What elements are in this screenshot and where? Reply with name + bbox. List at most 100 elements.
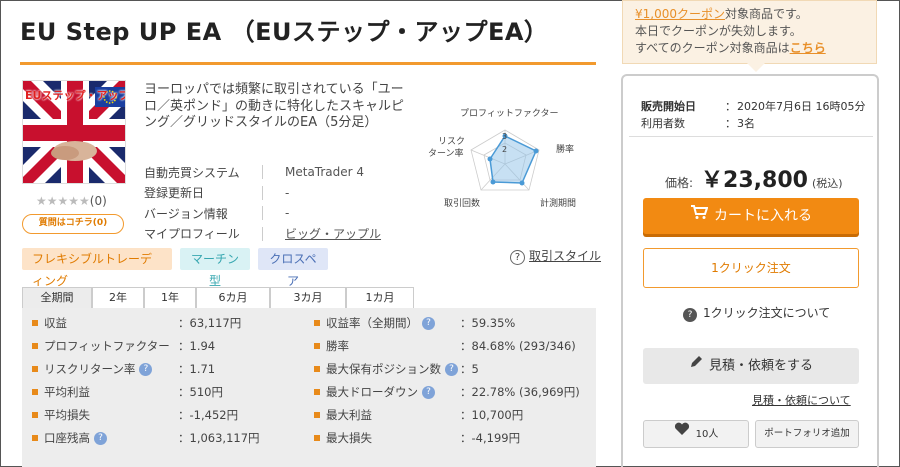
meta-row: マイプロフィール ビッグ・アップル [144, 224, 394, 245]
question-icon: ? [683, 308, 697, 322]
pencil-icon [689, 348, 703, 384]
tag-crosspair[interactable]: クロスペア [258, 248, 328, 288]
bullet-icon [32, 320, 38, 326]
title-underline [20, 62, 596, 65]
stat-label: 収益率（全期間） [326, 316, 418, 330]
coupon-all-link[interactable]: こちら [790, 41, 826, 55]
meta-value: - [285, 206, 290, 221]
radar-label-pf: プロフィットファクター [460, 109, 559, 119]
stat-value: ： 1,063,117円 [178, 431, 260, 445]
meta-key: バージョン情報 [144, 206, 228, 221]
estimate-about-link[interactable]: 見積・依頼について [752, 392, 851, 408]
help-icon[interactable]: ? [422, 385, 435, 399]
bullet-icon [314, 389, 320, 395]
one-click-order-button[interactable]: 1クリック注文 [643, 248, 859, 288]
stat-label: 最大保有ポジション数 [326, 362, 441, 376]
meta-key: 自動売買システム [144, 165, 240, 180]
rating: ★★★★★(0) [36, 194, 107, 208]
trade-style-link[interactable]: ? 取引スタイル [510, 247, 601, 265]
help-icon[interactable]: ? [445, 362, 458, 376]
stat-value: ： 22.78% (36,969円) [460, 385, 580, 399]
tag-martingale[interactable]: マーチン型 [180, 248, 250, 288]
stat-value: ： 10,700円 [460, 408, 524, 422]
page-title: EU Step UP EA （EUステップ・アップEA） [20, 18, 549, 46]
tab-1y[interactable]: 1年 [144, 287, 196, 308]
stat-label: 最大ドローダウン [326, 385, 418, 399]
heart-icon [674, 421, 690, 447]
cart-icon [690, 198, 709, 234]
meta-row: 登録更新日 - [144, 183, 394, 204]
stat-row: 最大損失 [314, 428, 372, 448]
users-value: 3名 [737, 116, 755, 130]
price: 価格: ￥23,800 (税込) [665, 162, 843, 194]
product-meta: 自動売買システム MetaTrader 4 登録更新日 - バージョン情報 - マイプ… [144, 162, 394, 244]
cart-label: カートに入れる [714, 208, 812, 224]
coupon-line1: 対象商品です。 [725, 7, 808, 21]
radar-label-winrate: 勝率 [556, 145, 575, 155]
meta-divider [262, 226, 263, 241]
price-value: ￥23,800 [701, 168, 808, 193]
coupon-notice: ¥1,000クーポン対象商品です。 本日でクーポンが失効します。 すべてのクーポ… [622, 0, 877, 72]
tab-3m[interactable]: 3カ月 [270, 287, 346, 308]
estimate-label: 見積・依頼をする [708, 358, 813, 374]
radar-label-trades: 取引回数 [444, 199, 481, 209]
meta-divider [262, 165, 263, 180]
coupon-tail [747, 63, 765, 72]
meta-value: MetaTrader 4 [285, 165, 365, 180]
coupon-amount-link[interactable]: ¥1,000クーポン [635, 7, 725, 21]
stat-row: 平均利益 [32, 382, 90, 402]
stat-row: プロフィットファクター [32, 336, 170, 356]
purchase-panel: 販売開始日： 2020年7月6日 16時05分 利用者数： 3名 価格: ￥23,8… [621, 74, 879, 467]
tab-1m[interactable]: 1カ月 [346, 287, 414, 308]
stat-value: ： 63,117円 [178, 316, 242, 330]
stat-value: ： 59.35% [460, 316, 516, 330]
help-icon[interactable]: ? [94, 431, 107, 445]
stat-row: リスクリターン率? [32, 359, 153, 379]
stat-label: 最大損失 [326, 431, 372, 445]
bullet-icon [314, 320, 320, 326]
question-icon: ? [510, 250, 525, 265]
stat-row: 勝率 [314, 336, 349, 356]
tag-flexible[interactable]: フレキシブルトレーディング [22, 248, 172, 288]
one-click-about-label: 1クリック注文について [703, 306, 831, 320]
users-label: 利用者数 [641, 116, 685, 130]
stat-label: 平均利益 [44, 385, 90, 399]
tab-2y[interactable]: 2年 [92, 287, 144, 308]
radar-chart: プロフィットファクター 勝率 計測期間 取引回数 リスク ターン率 3 2 [408, 102, 598, 212]
sale-start-value: 2020年7月6日 16時05分 [737, 99, 866, 113]
stat-value: ： 1.71 [178, 362, 216, 376]
help-icon[interactable]: ? [422, 316, 435, 330]
question-button-label: 質問はコチラ(0) [38, 218, 108, 228]
profile-link[interactable]: ビッグ・アップル [285, 225, 381, 242]
stat-value: ： 5 [460, 362, 479, 376]
tab-all[interactable]: 全期間 [22, 287, 92, 308]
one-click-about-link[interactable]: ? 1クリック注文について [683, 304, 830, 322]
tab-6m[interactable]: 6カ月 [196, 287, 270, 308]
bullet-icon [32, 366, 38, 372]
tag-list: フレキシブルトレーディング マーチン型 クロスペア [22, 248, 328, 288]
favorite-button[interactable]: 10人 [643, 420, 749, 448]
radar-tick-3: 3 [502, 132, 508, 141]
favorite-count: 10人 [695, 429, 719, 440]
stat-row: 口座残高? [32, 428, 107, 448]
bullet-icon [314, 412, 320, 418]
period-tabs: 全期間 2年 1年 6カ月 3カ月 1カ月 [22, 287, 414, 308]
stat-value: ： -1,452円 [178, 408, 239, 422]
product-image: EUステップ・アップEA [22, 80, 126, 184]
stat-row: 平均損失 [32, 405, 90, 425]
add-to-cart-button[interactable]: カートに入れる [643, 198, 859, 234]
bullet-icon [32, 435, 38, 441]
bullet-icon [32, 343, 38, 349]
radar-tick-2: 2 [502, 145, 508, 154]
stat-label: 収益 [44, 316, 67, 330]
stat-value: ： 510円 [178, 385, 223, 399]
question-button[interactable]: 質問はコチラ(0) [22, 214, 124, 234]
meta-key: マイプロフィール [144, 227, 240, 242]
panel-divider [629, 136, 873, 137]
sale-info: 販売開始日： 2020年7月6日 16時05分 利用者数： 3名 [641, 99, 866, 130]
stat-label: 最大利益 [326, 408, 372, 422]
add-portfolio-button[interactable]: ポートフォリオ追加 [755, 420, 859, 448]
help-icon[interactable]: ? [139, 362, 153, 376]
coupon-line2: 本日でクーポンが失効します。 [635, 24, 802, 38]
estimate-button[interactable]: 見積・依頼をする [643, 348, 859, 384]
